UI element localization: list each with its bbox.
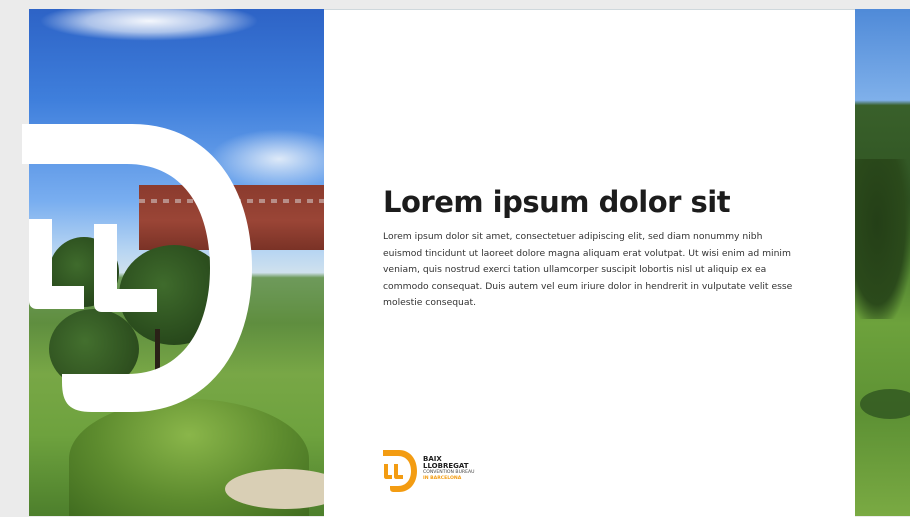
brand-text: BAIX LLOBREGAT CONVENTION BUREAU IN BARC… [423,456,475,481]
card-heading: Lorem ipsum dolor sit [383,185,731,219]
tree-cluster [855,159,910,319]
page-canvas: Lorem ipsum dolor sit Lorem ipsum dolor … [0,0,910,517]
llb-brand-logo-icon [383,450,417,492]
cloud [39,9,259,41]
card-body-text: Lorem ipsum dolor sit amet, consectetuer… [383,231,793,308]
golf-course-photo-right [855,9,910,516]
brand-location: IN BARCELONA [423,475,462,481]
brand-name-line2: LLOBREGAT [423,462,469,470]
tree-shadow [860,389,910,419]
brand-tagline: CONVENTION BUREAU [423,470,475,475]
brand-logo: BAIX LLOBREGAT CONVENTION BUREAU IN BARC… [383,450,523,494]
content-card: Lorem ipsum dolor sit Lorem ipsum dolor … [324,9,855,517]
llb-logo-mark-icon [22,124,252,412]
